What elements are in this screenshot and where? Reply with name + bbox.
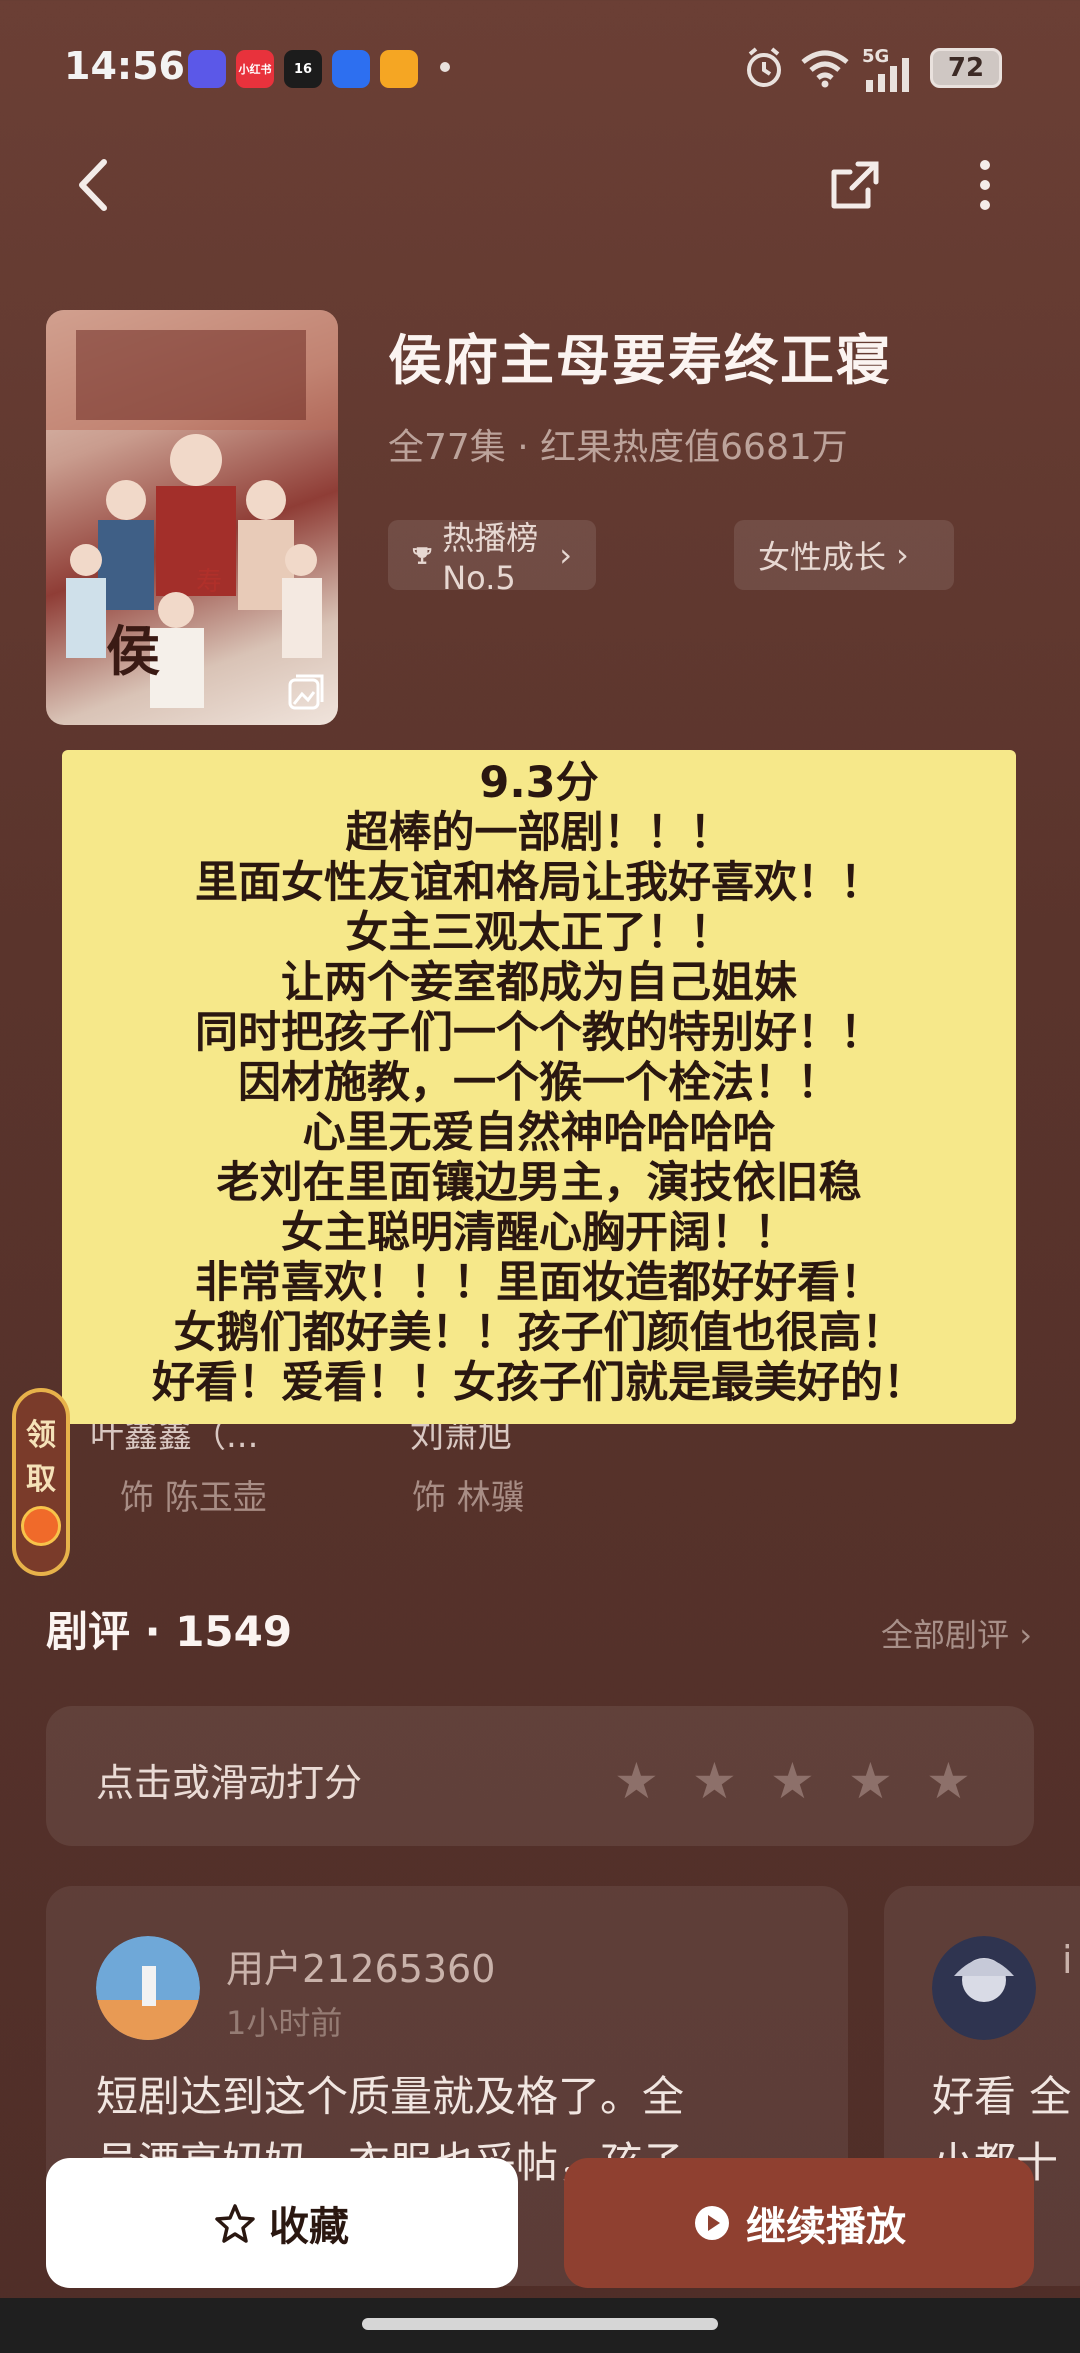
note-line: 女鹅们都好美！！孩子们颜值也很高！: [173, 1308, 905, 1358]
chevron-right-icon: ›: [896, 536, 909, 574]
status-bar: 14:56 小红书 16 5G 72: [0, 0, 1080, 140]
play-icon: [695, 2206, 729, 2240]
note-line: 因材施教，一个猴一个栓法！！: [238, 1058, 840, 1108]
signal-icon: [866, 58, 909, 92]
review-username[interactable]: 用户21265360: [226, 1938, 495, 1993]
home-indicator[interactable]: [362, 2318, 718, 2330]
review-time: 1小时前: [226, 2004, 343, 2042]
note-line: 让两个妾室都成为自己姐妹: [281, 958, 797, 1008]
note-line: 好看！爱看！！女孩子们就是最美好的！: [152, 1358, 926, 1408]
chevron-left-icon: [79, 159, 107, 211]
rating-prompt: 点击或滑动打分: [96, 1761, 363, 1805]
show-title: 侯府主母要寿终正寝: [388, 329, 892, 392]
share-icon: [831, 161, 879, 209]
video-app-icon: [380, 50, 418, 88]
more-options-button[interactable]: [950, 150, 1020, 220]
more-vertical-icon: [980, 160, 990, 210]
continue-play-button[interactable]: 继续播放: [564, 2158, 1034, 2288]
star-5-icon[interactable]: ★: [926, 1752, 971, 1810]
cast-role: 饰 林骥: [412, 1478, 525, 1518]
user-avatar[interactable]: [96, 1936, 200, 2040]
favorite-label: 收藏: [269, 2204, 349, 2250]
baidu-icon: [332, 50, 370, 88]
ribbon-label: 领: [26, 1418, 56, 1453]
review-note-overlay: 9.3分 超棒的一部剧！！！ 里面女性友谊和格局让我好喜欢！！ 女主三观太正了！…: [62, 750, 1016, 1424]
note-line: 同时把孩子们一个个教的特别好！！: [195, 1008, 883, 1058]
red-envelope-icon: [21, 1506, 61, 1546]
note-line: 超棒的一部剧！！！: [345, 808, 733, 858]
wifi-icon: [801, 50, 849, 88]
note-line: 女主聪明清醒心胸开阔！！: [281, 1208, 797, 1258]
note-line: 女主三观太正了！！: [345, 908, 733, 958]
more-notifications-dot: [440, 62, 450, 72]
star-outline-icon: [215, 2204, 255, 2243]
trophy-icon: [412, 547, 432, 564]
chevron-right-icon: ›: [559, 536, 572, 574]
reward-ribbon-button[interactable]: 领 取: [12, 1388, 70, 1576]
svg-text:侯: 侯: [106, 619, 160, 683]
gallery-icon: [288, 674, 324, 710]
note-line: 心里无爱自然神哈哈哈哈: [302, 1108, 776, 1158]
star-3-icon[interactable]: ★: [770, 1752, 815, 1810]
note-line: 9.3分: [479, 758, 599, 808]
svg-text:寿: 寿: [196, 567, 222, 597]
genre-tag[interactable]: 女性成长 ›: [734, 520, 954, 590]
note-line: 里面女性友谊和格局让我好喜欢！！: [195, 858, 883, 908]
show-meta: 全77集 · 红果热度值6681万: [388, 427, 848, 468]
back-button[interactable]: [58, 150, 128, 220]
battery-indicator: 72: [930, 48, 1002, 88]
show-poster[interactable]: 侯 寿: [46, 310, 338, 725]
cast-role: 饰 陈玉壶: [120, 1478, 267, 1518]
note-line: 非常喜欢！！！里面妆造都好好看！: [195, 1258, 883, 1308]
user-avatar[interactable]: [932, 1936, 1036, 2040]
app-16-icon: 16: [284, 50, 322, 88]
all-reviews-link[interactable]: 全部剧评 ›: [881, 1610, 1032, 1656]
share-button[interactable]: [820, 150, 890, 220]
star-1-icon[interactable]: ★: [614, 1752, 659, 1810]
app-notification-icon: [188, 50, 226, 88]
ranking-tag[interactable]: 热播榜 No.5 ›: [388, 519, 596, 597]
reviews-title: 剧评 · 1549: [46, 1607, 293, 1656]
ribbon-label: 取: [26, 1462, 56, 1497]
clock: 14:56: [64, 44, 185, 88]
continue-play-label: 继续播放: [746, 2204, 906, 2250]
review-text: 短剧达到这个质量就及格了。全: [96, 2072, 685, 2121]
ranking-tag-label: 热播榜 No.5: [442, 519, 539, 597]
genre-tag-label: 女性成长: [758, 538, 887, 576]
note-line: 老刘在里面镶边男主，演技依旧稳: [216, 1158, 862, 1208]
star-2-icon[interactable]: ★: [692, 1752, 737, 1810]
xiaohongshu-icon: 小红书: [236, 50, 274, 88]
favorite-button[interactable]: 收藏: [46, 2158, 518, 2288]
chevron-right-icon: ›: [1019, 1616, 1032, 1654]
alarm-icon: [747, 47, 781, 87]
review-username[interactable]: i: [1062, 1938, 1073, 1982]
poster-artwork: 侯 寿: [46, 310, 338, 708]
all-reviews-label: 全部剧评: [881, 1616, 1010, 1654]
star-4-icon[interactable]: ★: [848, 1752, 893, 1810]
review-text: 好看 全: [932, 2072, 1072, 2121]
